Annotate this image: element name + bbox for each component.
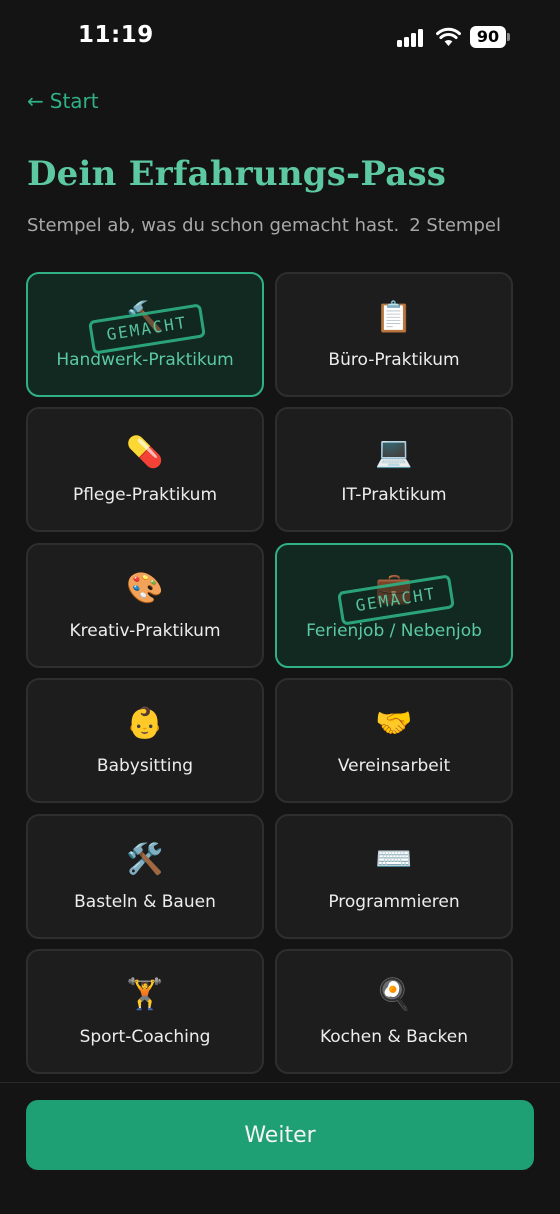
experience-label: Handwerk-Praktikum <box>56 350 234 370</box>
experience-label: Basteln & Bauen <box>74 892 216 912</box>
keyboard-icon: ⌨️ <box>375 842 413 877</box>
weightlifter-icon: 🏋️ <box>126 977 164 1012</box>
back-link[interactable]: ← Start <box>27 88 99 114</box>
pill-icon: 💊 <box>126 435 164 470</box>
battery-icon: 90 <box>470 26 510 48</box>
tools-icon: 🛠️ <box>126 842 164 877</box>
laptop-icon: 💻 <box>375 435 413 470</box>
experience-card[interactable]: 🛠️ Basteln & Bauen <box>26 814 264 939</box>
experience-label: Pflege-Praktikum <box>72 485 218 505</box>
stamp-count: 2 Stempel <box>409 215 501 236</box>
back-link-label: Start <box>49 89 99 113</box>
experience-label: Kreativ-Praktikum <box>69 621 221 641</box>
experience-label: Ferienjob / Nebenjob <box>306 621 482 641</box>
experience-card[interactable]: ⌨️ Programmieren <box>275 814 513 939</box>
app-screen: 11:19 90 ← Start Dein Erfahrungs-Pass St… <box>0 0 560 1214</box>
baby-icon: 👶 <box>126 706 164 741</box>
frying-pan-icon: 🍳 <box>375 977 413 1012</box>
experience-card[interactable]: 📋 Büro-Praktikum <box>275 272 513 397</box>
wifi-icon <box>436 27 461 47</box>
experience-card[interactable]: 🍳 Kochen & Backen <box>275 949 513 1074</box>
experience-label: Programmieren <box>328 892 460 912</box>
experience-card[interactable]: 💻 IT-Praktikum <box>275 407 513 532</box>
experience-card[interactable]: 🤝 Vereinsarbeit <box>275 678 513 803</box>
palette-icon: 🎨 <box>126 571 164 606</box>
experience-card[interactable]: 🏋️ Sport-Coaching <box>26 949 264 1074</box>
cellular-signal-icon <box>397 28 425 47</box>
experience-label: Babysitting <box>96 756 194 776</box>
experience-label: Sport-Coaching <box>79 1027 211 1047</box>
status-bar: 11:19 90 <box>0 0 560 76</box>
battery-level: 90 <box>476 27 500 46</box>
status-time: 11:19 <box>78 22 154 48</box>
footer-bar: Weiter <box>0 1082 560 1214</box>
clipboard-icon: 📋 <box>375 300 413 335</box>
page-subtitle: Stempel ab, was du schon gemacht hast. <box>27 215 400 236</box>
subtitle-row: Stempel ab, was du schon gemacht hast. 2 … <box>27 215 501 236</box>
experience-label: Vereinsarbeit <box>337 756 451 776</box>
experience-card-done[interactable]: 🔨 Handwerk-Praktikum GEMACHT <box>26 272 264 397</box>
experience-label: Büro-Praktikum <box>328 350 460 370</box>
experience-label: Kochen & Backen <box>319 1027 469 1047</box>
page-title: Dein Erfahrungs-Pass <box>27 154 447 194</box>
continue-button[interactable]: Weiter <box>26 1100 534 1170</box>
experience-card[interactable]: 💊 Pflege-Praktikum <box>26 407 264 532</box>
experience-label: IT-Praktikum <box>341 485 447 505</box>
experience-card[interactable]: 🎨 Kreativ-Praktikum <box>26 543 264 668</box>
handshake-icon: 🤝 <box>375 706 413 741</box>
arrow-left-icon: ← <box>27 89 44 113</box>
experience-card-done[interactable]: 💼 Ferienjob / Nebenjob GEMACHT <box>275 543 513 668</box>
experience-card[interactable]: 👶 Babysitting <box>26 678 264 803</box>
